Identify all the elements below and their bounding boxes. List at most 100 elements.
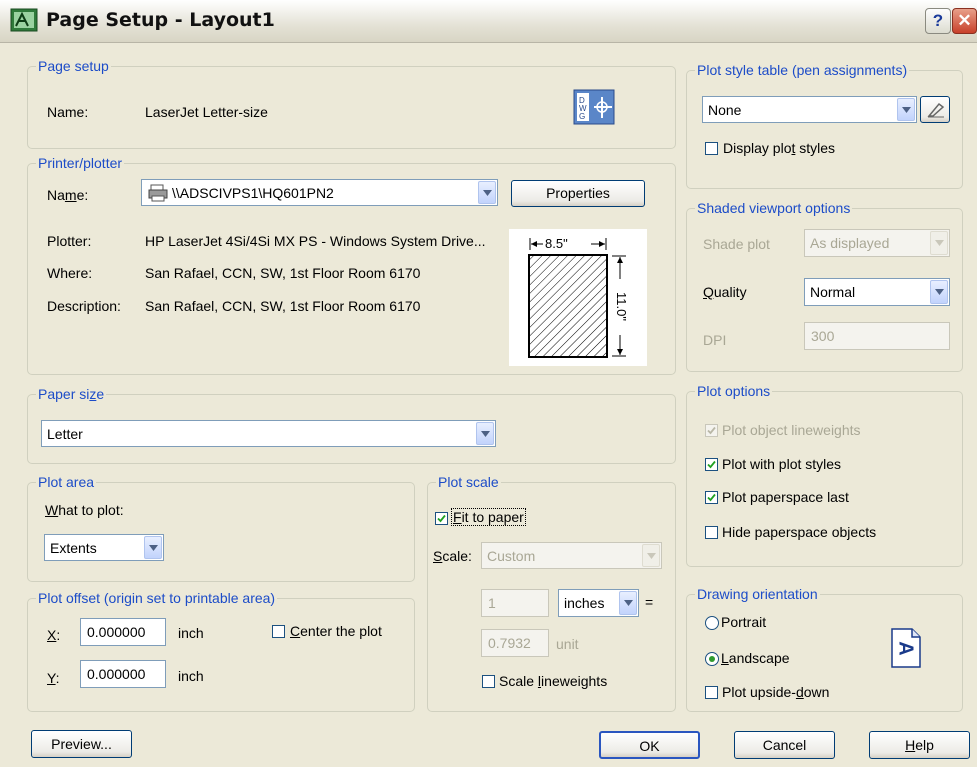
plot-object-lineweights-label: Plot object lineweights (722, 422, 861, 438)
preview-button-label: Preview... (51, 736, 112, 752)
shade-plot-label: Shade plot (703, 236, 770, 252)
quality-label: Quality (703, 284, 747, 300)
hide-paperspace-objects-label: Hide paperspace objects (722, 524, 877, 540)
plot-scale-legend: Plot scale (438, 474, 499, 490)
title-help-button[interactable]: ? (925, 8, 951, 34)
orientation-preview-letter: A (894, 641, 917, 656)
scale-units-select[interactable]: inches (558, 589, 639, 617)
scale-numerator-input[interactable]: 1 (481, 589, 549, 617)
paper-size-select[interactable]: Letter (41, 420, 496, 447)
paper-preview: 8.5" 11.0" (509, 229, 647, 366)
dpi-label: DPI (703, 332, 727, 348)
shaded-viewport-legend: Shaded viewport options (697, 200, 851, 216)
what-to-plot-select[interactable]: Extents (44, 534, 164, 561)
edit-plot-style-button[interactable] (920, 96, 950, 123)
landscape-radio[interactable] (705, 652, 719, 666)
description-label: Description: (47, 298, 121, 314)
hide-paperspace-objects-checkbox[interactable] (705, 526, 718, 539)
cancel-button-label: Cancel (762, 737, 807, 753)
pencil-edit-icon (927, 102, 945, 118)
plot-area-group: Plot area (27, 474, 415, 582)
plot-style-table-value: None (708, 101, 742, 118)
shade-plot-value: As displayed (810, 235, 890, 251)
preview-button[interactable]: Preview... (31, 730, 132, 758)
plot-options-legend: Plot options (697, 383, 771, 399)
help-button[interactable]: Help (869, 731, 970, 759)
chevron-down-icon (897, 98, 915, 121)
page-setup-legend: Page setup (38, 58, 109, 74)
scale-unit-label: unit (556, 636, 579, 652)
paper-size-legend: Paper size (38, 386, 105, 402)
offset-y-label: Y: (47, 670, 60, 686)
paper-size-value: Letter (47, 425, 83, 442)
offset-x-unit: inch (178, 625, 204, 641)
chevron-down-icon (930, 231, 948, 255)
fit-to-paper-label: Fit to paper (451, 508, 526, 526)
fit-to-paper-checkbox[interactable] (435, 512, 448, 525)
plotter-value: HP LaserJet 4Si/4Si MX PS - Windows Syst… (145, 233, 486, 249)
scale-value: Custom (487, 547, 536, 564)
page-setup-name-value: LaserJet Letter-size (145, 104, 268, 120)
chevron-down-icon (144, 536, 162, 559)
plot-style-table-legend: Plot style table (pen assignments) (697, 62, 908, 78)
display-plot-styles-checkbox[interactable] (705, 142, 718, 155)
autocad-app-icon (10, 8, 38, 32)
what-to-plot-value: Extents (50, 539, 97, 556)
page-setup-name-label: Name: (47, 104, 89, 120)
plot-with-plot-styles-label: Plot with plot styles (722, 456, 842, 472)
printer-plotter-legend: Printer/plotter (38, 155, 123, 171)
chevron-down-icon (930, 280, 948, 304)
printer-icon (148, 184, 168, 202)
chevron-down-icon (478, 181, 496, 204)
plot-upside-down-label: Plot upside-down (722, 684, 830, 700)
paper-height-label: 11.0" (613, 292, 629, 321)
scale-lineweights-label: Scale lineweights (499, 673, 608, 689)
what-to-plot-label: What to plot: (45, 502, 124, 518)
ok-button[interactable]: OK (599, 731, 700, 759)
scale-units-value: inches (564, 595, 605, 611)
scale-lineweights-checkbox[interactable] (482, 675, 495, 688)
plot-style-table-group: Plot style table (pen assignments) (686, 62, 963, 189)
plot-area-legend: Plot area (38, 474, 95, 490)
title-close-button[interactable]: ✕ (952, 8, 977, 34)
scale-equals-sign: = (645, 594, 654, 610)
plot-offset-legend: Plot offset (origin set to printable are… (38, 590, 276, 606)
paper-width-label: 8.5" (545, 236, 568, 251)
help-button-label: Help (905, 737, 934, 753)
scale-denominator-input[interactable]: 0.7932 (481, 629, 549, 657)
plot-with-plot-styles-checkbox[interactable] (705, 458, 718, 471)
printer-name-value: \\ADSCIVPS1\HQ601PN2 (172, 184, 334, 201)
import-page-setup-icon[interactable]: D W G (572, 88, 616, 126)
display-plot-styles-label: Display plot styles (723, 140, 836, 156)
shade-plot-select[interactable]: As displayed (804, 229, 950, 257)
plot-object-lineweights-checkbox[interactable] (705, 424, 718, 437)
portrait-radio[interactable] (705, 616, 719, 630)
ok-button-label: OK (639, 738, 660, 754)
quality-select[interactable]: Normal (804, 278, 950, 306)
printer-name-label: Name: (47, 187, 89, 203)
plot-paperspace-last-checkbox[interactable] (705, 491, 718, 504)
scale-label: Scale: (433, 548, 472, 564)
drawing-orientation-legend: Drawing orientation (697, 586, 818, 602)
chevron-down-icon (619, 591, 637, 615)
window-title: Page Setup - Layout1 (46, 9, 275, 31)
offset-x-label: X: (47, 627, 61, 643)
offset-y-input[interactable]: 0.000000 (80, 660, 166, 688)
cancel-button[interactable]: Cancel (734, 731, 835, 759)
center-plot-label: Center the plot (290, 623, 382, 639)
printer-name-select[interactable]: \\ADSCIVPS1\HQ601PN2 (141, 179, 498, 206)
scale-select[interactable]: Custom (481, 542, 662, 569)
offset-x-input[interactable]: 0.000000 (80, 618, 166, 646)
orientation-preview-icon: A (891, 628, 921, 668)
offset-y-unit: inch (178, 668, 204, 684)
dpi-input[interactable]: 300 (804, 322, 950, 350)
svg-text:G: G (579, 112, 585, 121)
properties-button[interactable]: Properties (511, 180, 645, 207)
center-plot-checkbox[interactable] (272, 625, 285, 638)
description-value: San Rafael, CCN, SW, 1st Floor Room 6170 (145, 298, 421, 314)
plot-upside-down-checkbox[interactable] (705, 686, 718, 699)
chevron-down-icon (642, 544, 660, 567)
plot-style-table-select[interactable]: None (702, 96, 917, 123)
plot-offset-group: Plot offset (origin set to printable are… (27, 590, 415, 712)
quality-value: Normal (810, 284, 856, 300)
